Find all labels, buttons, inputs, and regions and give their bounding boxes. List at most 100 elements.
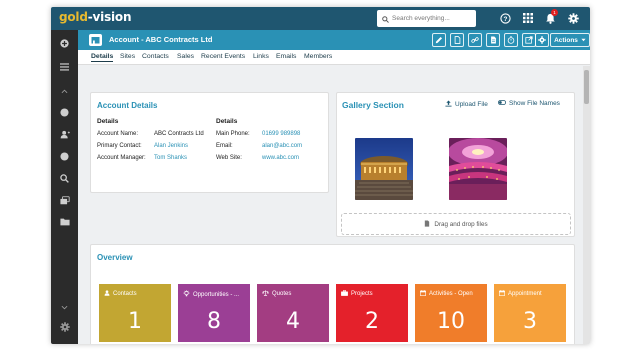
sidebar-search-icon[interactable] xyxy=(57,171,72,186)
record-tabs: Details Sites Contacts Sales Recent Even… xyxy=(78,50,590,65)
website-label: Web Site: xyxy=(216,155,242,161)
tile-projects[interactable]: Projects 2 xyxy=(336,284,408,342)
tab-recent-events[interactable]: Recent Events xyxy=(201,53,245,60)
menu-hamburger-icon[interactable] xyxy=(57,59,72,74)
account-manager-link[interactable]: Tom Shanks xyxy=(154,155,187,161)
tile-activities-open-label: Activities - Open xyxy=(429,291,473,297)
tab-contacts[interactable]: Contacts xyxy=(142,53,169,60)
timer-icon[interactable] xyxy=(504,33,518,47)
vertical-scrollbar[interactable] xyxy=(583,66,590,344)
main-phone-label: Main Phone: xyxy=(216,131,250,137)
overview-title: Overview xyxy=(97,253,133,262)
tile-appointment-count: 3 xyxy=(523,309,537,334)
email-label: Email: xyxy=(216,143,233,149)
actions-label: Actions xyxy=(554,36,578,44)
app-window: gold-vision ? 1 xyxy=(51,7,590,344)
gallery-image-concert-hall-interior[interactable] xyxy=(449,138,507,200)
contacts-icon[interactable] xyxy=(57,127,72,142)
tile-activities-open[interactable]: Activities - Open 10 xyxy=(415,284,487,342)
scales-icon xyxy=(262,290,269,298)
accounts-icon[interactable] xyxy=(57,105,72,120)
tile-label: Quotes xyxy=(262,290,291,298)
activities-icon[interactable] xyxy=(57,149,72,164)
drop-zone-label: Drag and drop files xyxy=(434,220,488,228)
tab-links[interactable]: Links xyxy=(253,53,269,60)
toggle-icon xyxy=(498,100,506,107)
email-link[interactable]: alan@abc.com xyxy=(262,143,302,149)
record-header: Account - ABC Contracts Ltd Actions xyxy=(78,30,590,50)
show-file-names-button[interactable]: Show File Names xyxy=(498,100,560,107)
tile-quotes-count: 4 xyxy=(286,309,300,334)
help-icon[interactable]: ? xyxy=(498,11,512,25)
account-details-title: Account Details xyxy=(97,101,158,110)
file-icon xyxy=(424,219,430,229)
tab-emails[interactable]: Emails xyxy=(276,53,296,60)
tile-appointment[interactable]: Appointment 3 xyxy=(494,284,566,342)
add-icon[interactable] xyxy=(57,36,72,51)
account-name-value: ABC Contracts Ltd xyxy=(154,131,204,137)
main-content: Account - ABC Contracts Ltd Actions Deta… xyxy=(78,30,590,344)
edit-pencil-icon[interactable] xyxy=(432,33,446,47)
account-details-card: Account Details Details Details Account … xyxy=(90,92,329,193)
tile-activities-open-count: 10 xyxy=(437,309,465,334)
account-manager-label: Account Manager: xyxy=(97,155,146,161)
tile-label: Opportunities - ... xyxy=(183,290,239,299)
open-external-icon[interactable] xyxy=(522,33,536,47)
tab-details[interactable]: Details xyxy=(91,53,114,62)
collapse-chevron-icon[interactable] xyxy=(57,84,72,99)
tile-label: Appointment xyxy=(499,290,542,298)
upload-file-button[interactable]: Upload File xyxy=(445,100,488,109)
main-phone-link[interactable]: 01699 989898 xyxy=(262,131,300,137)
notification-badge: 1 xyxy=(551,9,558,16)
left-sidebar xyxy=(51,30,78,344)
primary-contact-label: Primary Contact: xyxy=(97,143,142,149)
caret-down-icon xyxy=(581,37,586,44)
logo-vision: -vision xyxy=(87,10,132,24)
tile-label: Contacts xyxy=(104,290,137,298)
tile-projects-label: Projects xyxy=(351,291,373,297)
website-link[interactable]: www.abc.com xyxy=(262,155,299,161)
gallery-image-concert-hall-exterior[interactable] xyxy=(355,138,413,200)
tile-quotes-label: Quotes xyxy=(272,291,292,297)
overview-card: Overview Contacts 1 Opportunities - ... … xyxy=(90,244,575,344)
scrollbar-thumb[interactable] xyxy=(584,70,589,104)
actions-dropdown-button[interactable]: Actions xyxy=(550,33,590,47)
report-document-icon[interactable] xyxy=(486,33,500,47)
top-bar: gold-vision ? 1 xyxy=(51,7,590,30)
gallery-card: Gallery Section Upload File Show File Na… xyxy=(336,92,575,237)
notifications-bell-icon[interactable]: 1 xyxy=(543,9,558,25)
link-icon[interactable] xyxy=(468,33,482,47)
app-logo[interactable]: gold-vision xyxy=(59,10,132,24)
tab-members[interactable]: Members xyxy=(304,53,332,60)
tab-sites[interactable]: Sites xyxy=(120,53,135,60)
logo-gold: gold xyxy=(59,10,88,24)
file-drop-zone[interactable]: Drag and drop files xyxy=(341,213,571,235)
account-name-label: Account Name: xyxy=(97,131,139,137)
apps-grid-icon[interactable] xyxy=(521,11,535,25)
calendar-icon xyxy=(499,290,505,298)
search-icon xyxy=(382,10,389,28)
tile-quotes[interactable]: Quotes 4 xyxy=(257,284,329,342)
account-record-icon xyxy=(89,34,102,46)
global-search[interactable] xyxy=(377,10,476,27)
primary-contact-link[interactable]: Alan Jenkins xyxy=(154,143,188,149)
tile-contacts-label: Contacts xyxy=(113,291,137,297)
person-icon xyxy=(104,290,110,298)
settings-gear-icon[interactable] xyxy=(566,11,580,25)
upload-file-label: Upload File xyxy=(455,101,488,108)
tile-contacts-count: 1 xyxy=(128,309,142,334)
expand-chevron-icon[interactable] xyxy=(57,300,72,315)
record-settings-icon[interactable] xyxy=(535,33,549,47)
folder-icon[interactable] xyxy=(57,214,72,229)
gallery-title: Gallery Section xyxy=(342,100,404,110)
tile-contacts[interactable]: Contacts 1 xyxy=(99,284,171,342)
admin-cog-icon[interactable] xyxy=(57,319,72,334)
new-document-icon[interactable] xyxy=(450,33,464,47)
tile-label: Projects xyxy=(341,290,373,298)
tile-opportunities[interactable]: Opportunities - ... 8 xyxy=(178,284,250,342)
search-input[interactable] xyxy=(392,15,472,22)
upload-icon xyxy=(445,100,452,109)
tile-projects-count: 2 xyxy=(365,309,379,334)
campaigns-icon[interactable] xyxy=(57,193,72,208)
tab-sales[interactable]: Sales xyxy=(177,53,194,60)
